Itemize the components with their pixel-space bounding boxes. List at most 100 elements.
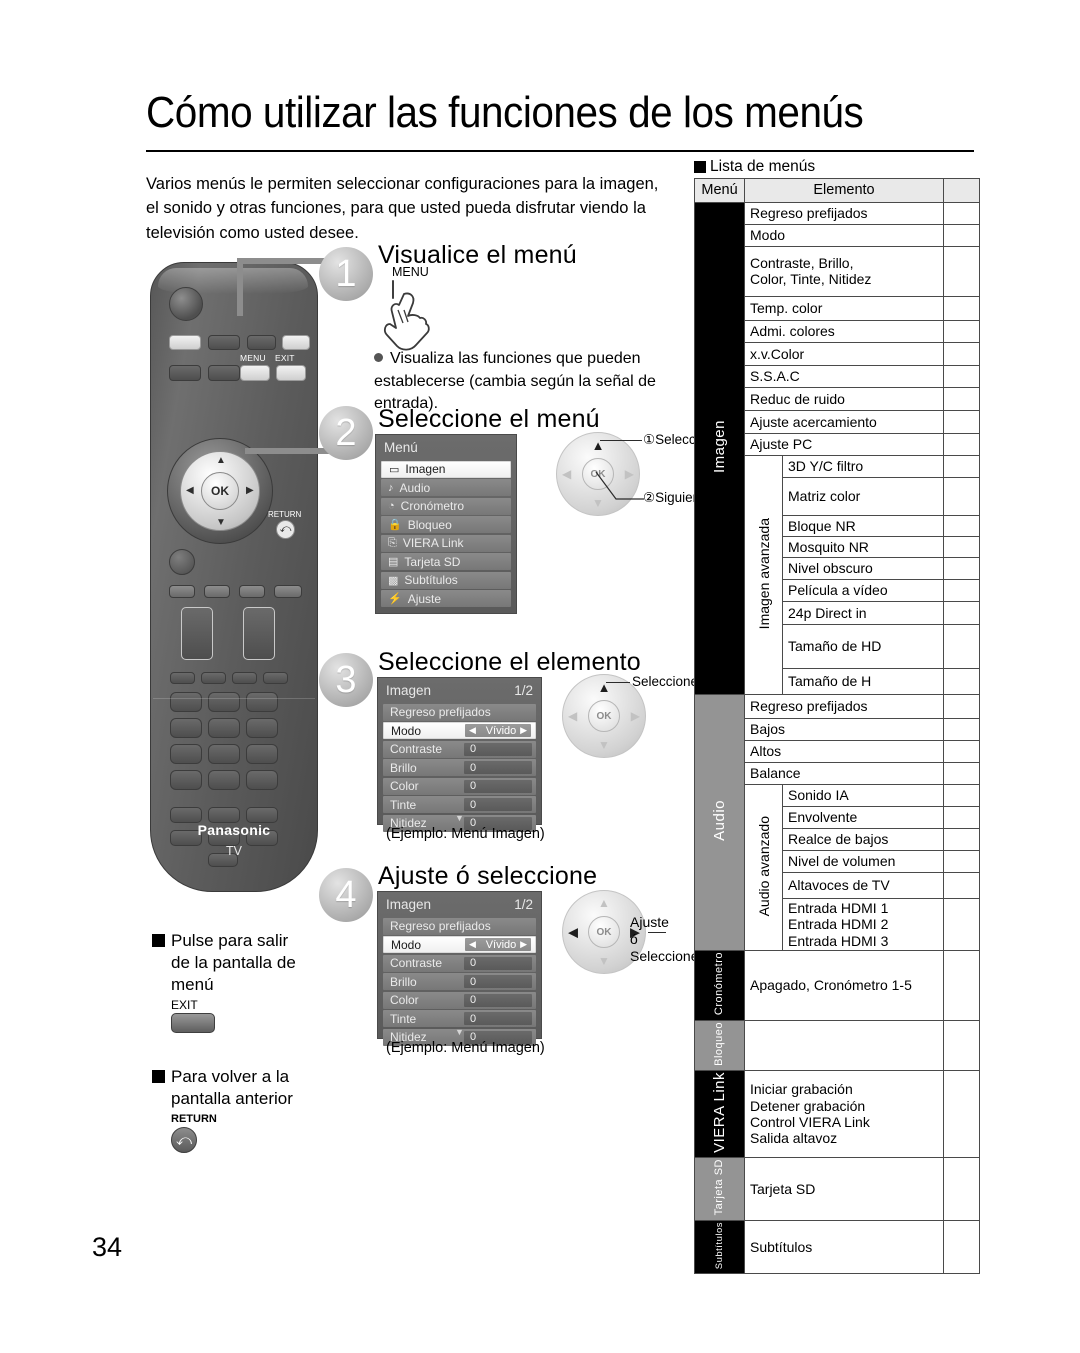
menu-list-item-cell: Bloque NR xyxy=(782,514,944,537)
menu-list-item-cell: Regreso prefijados xyxy=(744,201,944,225)
imagen-osd-row-tinte[interactable]: Tinte 0 xyxy=(383,1010,536,1027)
step-3-number: 3 xyxy=(319,653,373,707)
table-row: Cronómetro Apagado, Cronómetro 1-5 xyxy=(694,950,980,1021)
imagen-osd-row-modo[interactable]: Modo ◀ Vívido ▶ xyxy=(383,722,536,739)
menu-list-item-cell: Tamaño de H xyxy=(782,667,944,695)
remote-button xyxy=(247,335,276,350)
menu-osd-title: Menú xyxy=(376,435,516,459)
imagen-osd-row-contraste[interactable]: Contraste 0 xyxy=(383,954,536,972)
menu-list-item-cell: Bajos xyxy=(744,717,944,741)
imagen-osd-row-value: 0 xyxy=(464,798,532,811)
exit-keycap-button[interactable] xyxy=(171,1013,215,1034)
page-title: Cómo utilizar las funciones de los menús xyxy=(146,88,864,137)
menu-list-blank-cell xyxy=(943,871,980,899)
step-2-callout-2-num: ② xyxy=(643,490,656,505)
menu-list-blank-cell xyxy=(943,805,980,829)
menu-list-category-audio: Audio xyxy=(694,693,745,952)
menu-list-category-viera-link: VIERA Link xyxy=(694,1069,745,1159)
menu-keycap-label: MENU xyxy=(392,265,429,279)
menu-list-item-cell: Admi. colores xyxy=(744,319,944,343)
imagen-osd-page-4: 1/2 xyxy=(514,897,533,912)
imagen-osd-row-tinte[interactable]: Tinte 0 xyxy=(383,796,536,813)
pointing-hand-icon xyxy=(383,292,430,351)
menu-list-item-cell: Matriz color xyxy=(782,476,944,516)
menu-list-category-tarjeta-sd: Tarjeta SD xyxy=(694,1157,745,1221)
value-text: Vívido xyxy=(485,938,517,951)
remote-keypad-button xyxy=(246,770,278,790)
menu-list-blank-cell xyxy=(943,783,980,807)
return-keycap-button[interactable]: ⤺ xyxy=(171,1127,197,1154)
remote-keypad-button xyxy=(170,718,202,738)
dpad-down-arrow-icon: ▼ xyxy=(598,954,610,968)
scroll-down-caret-icon: ▼ xyxy=(455,813,464,823)
dpad-left-arrow-icon: ◀ xyxy=(568,924,578,940)
value-right-arrow-icon[interactable]: ▶ xyxy=(520,725,527,736)
square-bullet-icon xyxy=(152,1070,165,1083)
menu-list-blank-cell xyxy=(943,739,980,763)
imagen-osd-row-color[interactable]: Color 0 xyxy=(383,991,536,1009)
menu-list-blank-cell xyxy=(943,295,980,321)
menu-list-category-subtítulos: Subtítulos xyxy=(694,1219,745,1275)
menu-list-blank-cell xyxy=(943,319,980,343)
menu-list-heading: Lista de menús xyxy=(694,158,815,176)
imagen-osd-page-3: 1/2 xyxy=(514,683,533,698)
imagen-osd-row-label: Brillo xyxy=(390,974,417,989)
value-left-arrow-icon[interactable]: ◀ xyxy=(469,939,476,950)
imagen-osd-row-modo[interactable]: Modo ◀ Vívido ▶ xyxy=(383,936,536,953)
imagen-osd-row-contraste[interactable]: Contraste 0 xyxy=(383,740,536,758)
menu-osd-item-bloqueo[interactable]: 🔒 Bloqueo xyxy=(381,516,511,533)
title-divider xyxy=(146,150,974,152)
dpad-left-arrow-icon: ◀ xyxy=(568,709,578,723)
imagen-osd-row-regreso-prefijados[interactable]: Regreso prefijados xyxy=(383,917,536,935)
menu-osd-item-viera-link[interactable]: ⎘ VIERA Link xyxy=(381,534,511,552)
menu-list-blank-cell xyxy=(943,476,980,516)
menu-list-item-cell xyxy=(744,1019,944,1071)
imagen-osd-title-3: Imagen 1/2 xyxy=(378,678,541,702)
imagen-osd-row-color[interactable]: Color 0 xyxy=(383,777,536,795)
remote-arrow-down-icon: ▼ xyxy=(216,517,226,528)
menu-list-item-cell: Envolvente xyxy=(782,805,944,829)
remote-seam xyxy=(153,698,315,699)
step-3-heading: Seleccione el elemento xyxy=(378,648,641,676)
menu-osd-item-icon: ◔ xyxy=(388,500,395,512)
remote-exit-label: EXIT xyxy=(275,353,295,363)
value-left-arrow-icon[interactable]: ◀ xyxy=(469,725,476,736)
menu-list-item-cell: Reduc de ruido xyxy=(744,386,944,411)
menu-osd-item-ajuste[interactable]: ⚡ Ajuste xyxy=(381,590,511,607)
menu-list-item-cell: Contraste, Brillo, Color, Tinte, Nitidez xyxy=(744,245,944,297)
menu-osd-panel: Menú ▭ Imagen ♪ Audio ◔ Cronómetro 🔒 Bloqueo ⎘ VI… xyxy=(375,434,517,614)
remote-light-button xyxy=(169,335,201,350)
menu-list-blank-cell xyxy=(943,693,980,719)
menu-list-category-bloqueo: Bloqueo xyxy=(694,1019,745,1071)
table-row: Audio Regreso prefijados xyxy=(694,693,980,952)
col-header-blank xyxy=(943,178,980,203)
col-header-menu: Menú xyxy=(694,178,745,203)
menu-list-blank-cell xyxy=(943,578,980,602)
imagen-osd-row-brillo[interactable]: Brillo 0 xyxy=(383,973,536,990)
menu-list-category-imagen: Imagen xyxy=(694,201,745,695)
menu-osd-item-audio[interactable]: ♪ Audio xyxy=(381,479,511,496)
value-right-arrow-icon[interactable]: ▶ xyxy=(520,939,527,950)
menu-list-blank-cell xyxy=(943,1019,980,1071)
imagen-osd-row-brillo[interactable]: Brillo 0 xyxy=(383,759,536,776)
menu-list-blank-cell xyxy=(943,827,980,851)
menu-osd-item-subtítulos[interactable]: ▩ Subtítulos xyxy=(381,571,511,589)
remote-keypad-button xyxy=(208,692,240,712)
menu-list-blank-cell xyxy=(943,623,980,669)
table-row: Tarjeta SD Tarjeta SD xyxy=(694,1157,980,1221)
menu-list-item-cell: Nivel de volumen xyxy=(782,849,944,873)
menu-osd-item-cronómetro[interactable]: ◔ Cronómetro xyxy=(381,497,511,515)
menu-osd-item-imagen[interactable]: ▭ Imagen xyxy=(381,460,511,478)
menu-list-blank-cell xyxy=(943,454,980,478)
remote-round-button xyxy=(169,549,195,575)
menu-list-item-cell: 24p Direct in xyxy=(782,600,944,625)
imagen-osd-row-value: 0 xyxy=(464,761,532,774)
menu-list-item-cell: Entrada HDMI 1 Entrada HDMI 2 Entrada HDMI… xyxy=(782,897,944,952)
imagen-osd-row-regreso-prefijados[interactable]: Regreso prefijados xyxy=(383,703,536,721)
remote-keypad-button xyxy=(208,770,240,790)
remote-arrow-up-icon: ▲ xyxy=(216,455,226,466)
menu-list-blank-cell xyxy=(943,341,980,366)
remote-return-label: RETURN xyxy=(268,510,302,519)
menu-osd-item-tarjeta-sd[interactable]: ▤ Tarjeta SD xyxy=(381,553,511,570)
imagen-osd-row-value: 0 xyxy=(464,975,532,988)
